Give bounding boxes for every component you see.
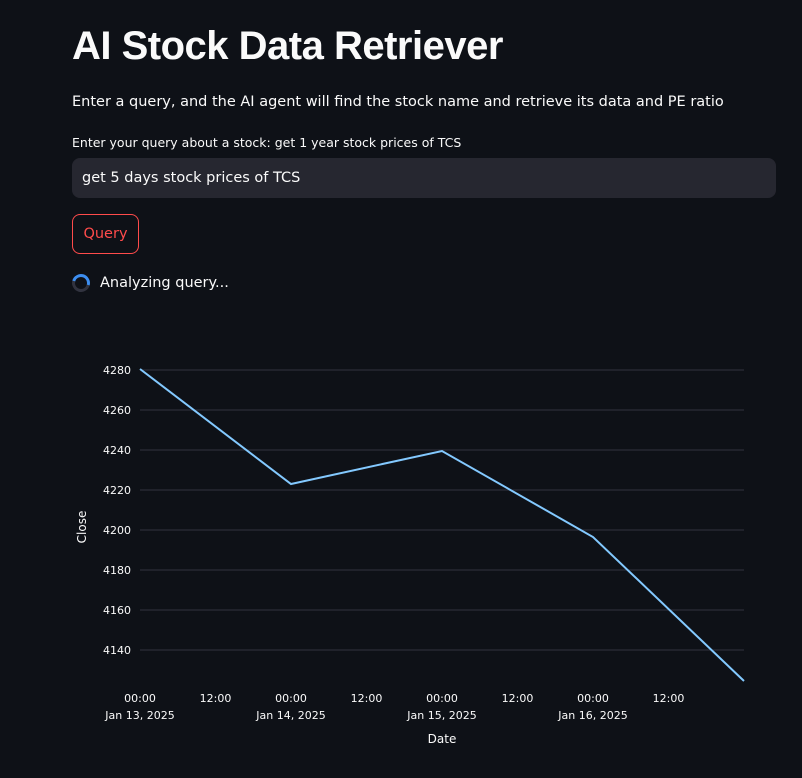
x-tick-date-label: Jan 14, 2025 (255, 709, 325, 722)
y-tick-label: 4220 (103, 484, 131, 497)
x-tick-label: 00:00 (275, 692, 307, 705)
x-tick-date-label: Jan 16, 2025 (557, 709, 627, 722)
x-axis-label: Date (428, 732, 457, 746)
page-title: AI Stock Data Retriever (72, 24, 503, 68)
chart-gridlines (140, 369, 744, 651)
x-tick-label: 00:00 (577, 692, 609, 705)
y-axis-ticks: 4140 4160 4180 4200 4220 4240 4260 4280 (103, 364, 131, 657)
x-tick-label: 00:00 (426, 692, 458, 705)
x-tick-label: 00:00 (124, 692, 156, 705)
y-tick-label: 4240 (103, 444, 131, 457)
status-text: Analyzing query... (100, 275, 229, 291)
query-input-label: Enter your query about a stock: get 1 ye… (72, 135, 462, 150)
y-tick-label: 4180 (103, 564, 131, 577)
y-tick-label: 4280 (103, 364, 131, 377)
loading-spinner-icon (68, 270, 94, 296)
page-description: Enter a query, and the AI agent will fin… (72, 94, 724, 110)
app-page: AI Stock Data Retriever Enter a query, a… (0, 0, 802, 778)
x-tick-date-label: Jan 15, 2025 (406, 709, 476, 722)
query-button[interactable]: Query (72, 214, 139, 254)
x-axis-ticks: 00:00 Jan 13, 2025 12:00 00:00 Jan 14, 2025 1… (104, 692, 684, 722)
y-axis-label: Close (75, 511, 89, 544)
close-price-line (139, 368, 745, 682)
x-tick-label: 12:00 (653, 692, 685, 705)
close-price-line-chart: 4140 4160 4180 4200 4220 4240 4260 4280 00:00 Ja… (75, 364, 745, 746)
x-tick-label: 12:00 (502, 692, 534, 705)
x-tick-label: 12:00 (200, 692, 232, 705)
y-tick-label: 4200 (103, 524, 131, 537)
y-tick-label: 4160 (103, 604, 131, 617)
status-indicator: Analyzing query... (68, 270, 229, 296)
x-tick-date-label: Jan 13, 2025 (104, 709, 174, 722)
query-input[interactable] (72, 158, 776, 198)
y-tick-label: 4260 (103, 404, 131, 417)
x-tick-label: 12:00 (351, 692, 383, 705)
y-tick-label: 4140 (103, 644, 131, 657)
